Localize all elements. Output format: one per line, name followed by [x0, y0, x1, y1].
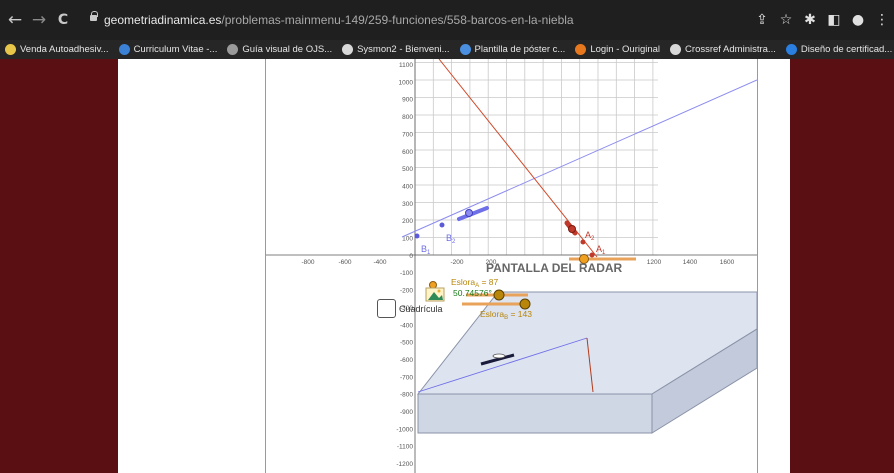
- share-icon[interactable]: ⇪: [750, 12, 774, 28]
- lock-icon: [90, 11, 98, 21]
- x-tick-label: -600: [338, 259, 351, 266]
- y-tick-label: 400: [402, 183, 413, 190]
- star-icon[interactable]: ☆: [774, 12, 798, 28]
- point-a2-label: A2: [585, 230, 595, 242]
- bookmark-favicon-icon: [575, 44, 587, 55]
- bookmark-label: Venda Autoadhesiv...: [20, 44, 109, 55]
- bookmark-item[interactable]: Plantilla de póster c...: [455, 40, 571, 59]
- x-tick-label: -400: [373, 259, 386, 266]
- y-tick-label: 1100: [399, 62, 413, 69]
- y-tick-label: 1000: [399, 79, 414, 86]
- bookmark-item[interactable]: Diseño de certificad...: [781, 40, 894, 59]
- bookmark-item[interactable]: Login - Ouriginal: [570, 40, 665, 59]
- geogebra-applet[interactable]: 110010009008007006005004003002001000-100…: [266, 59, 757, 473]
- bookmark-label: Sysmon2 - Bienveni...: [357, 44, 450, 55]
- y-tick-label: 300: [402, 201, 413, 208]
- browser-window: ← → C geometriadinamica.es/problemas-mai…: [0, 0, 894, 473]
- y-tick-label: -400: [400, 322, 413, 329]
- y-tick-label: 700: [402, 131, 413, 138]
- y-tick-label: 800: [402, 114, 413, 121]
- applet-border-right: [757, 59, 758, 473]
- grid-lines: [414, 59, 658, 256]
- point-a1-label: A1: [596, 244, 606, 256]
- bookmarks-bar: Venda Autoadhesiv... Curriculum Vitae -.…: [0, 40, 894, 59]
- angle-value: 50.74576°: [453, 288, 492, 298]
- forward-arrow-icon: →: [31, 10, 47, 30]
- y-tick-label: -600: [400, 357, 413, 364]
- bookmark-favicon-icon: [118, 44, 130, 55]
- bookmark-favicon-icon: [785, 44, 797, 55]
- forward-button[interactable]: →: [28, 0, 50, 40]
- bookmark-label: Plantilla de póster c...: [474, 44, 566, 55]
- picture-icon[interactable]: [425, 287, 445, 302]
- y-tick-label: -100: [400, 270, 413, 277]
- slider-a-point[interactable]: [429, 281, 437, 289]
- bookmark-item[interactable]: Guía visual de OJS...: [222, 40, 337, 59]
- x-tick-label: 1200: [647, 259, 662, 266]
- y-tick-label: -1000: [396, 426, 413, 433]
- y-tick-label: -500: [400, 340, 413, 347]
- x-tick-label: 1600: [720, 259, 735, 266]
- bookmark-label: Login - Ouriginal: [590, 44, 661, 55]
- url-text: geometriadinamica.es/problemas-mainmenu-…: [104, 13, 574, 27]
- y-tick-labels: 110010009008007006005004003002001000-100…: [396, 62, 413, 468]
- back-arrow-icon: ←: [7, 10, 23, 30]
- y-tick-label: 900: [402, 97, 413, 104]
- radar-title: PANTALLA DEL RADAR: [486, 261, 623, 275]
- bookmark-favicon-icon: [342, 44, 354, 55]
- slider-a-knob[interactable]: [493, 289, 505, 301]
- bookmark-favicon-icon: [227, 44, 239, 55]
- bookmark-label: Crossref Administra...: [685, 44, 776, 55]
- sidepanel-icon[interactable]: ◧: [822, 12, 846, 28]
- bookmark-item[interactable]: Crossref Administra...: [665, 40, 781, 59]
- y-tick-label: 600: [402, 149, 413, 156]
- slider-b-knob[interactable]: [519, 298, 531, 310]
- y-tick-label: 0: [409, 253, 413, 260]
- browser-toolbar: ← → C geometriadinamica.es/problemas-mai…: [0, 0, 894, 40]
- y-tick-label: -200: [400, 288, 413, 295]
- y-tick-label: -700: [400, 374, 413, 381]
- radar-front-face: [417, 393, 653, 434]
- bookmark-label: Diseño de certificad...: [800, 44, 893, 55]
- url-path: /problemas-mainmenu-149/259-funciones/55…: [221, 13, 574, 27]
- grid-checkbox-label: Cuadrícula: [399, 304, 443, 314]
- page-margin-right: [790, 59, 894, 473]
- point-b2-label: B2: [446, 233, 456, 245]
- extensions-icon[interactable]: ✱: [798, 12, 822, 28]
- bookmark-item[interactable]: Venda Autoadhesiv...: [0, 40, 114, 59]
- grid-checkbox[interactable]: [377, 299, 396, 318]
- radar-blip-icon: [492, 353, 506, 359]
- x-tick-label: -200: [450, 259, 463, 266]
- bookmark-label: Guía visual de OJS...: [242, 44, 333, 55]
- bookmark-label: Curriculum Vitae -...: [133, 44, 218, 55]
- bookmark-favicon-icon: [459, 44, 471, 55]
- y-tick-label: 200: [402, 218, 413, 225]
- bookmark-item[interactable]: Curriculum Vitae -...: [114, 40, 223, 59]
- bookmark-favicon-icon: [670, 44, 682, 55]
- y-tick-label: -800: [400, 392, 413, 399]
- bookmark-favicon-icon: [5, 44, 16, 55]
- profile-icon[interactable]: ●: [846, 12, 870, 28]
- y-tick-label: 500: [402, 166, 413, 173]
- x-tick-label: -800: [301, 259, 314, 266]
- radar-screen-box: [416, 291, 757, 434]
- reload-button[interactable]: C: [52, 0, 74, 40]
- toolbar-actions: ⇪ ☆ ✱ ◧ ● ⋮: [750, 0, 894, 40]
- page-margin-left: [0, 59, 118, 473]
- bookmark-item[interactable]: Sysmon2 - Bienveni...: [337, 40, 454, 59]
- reload-icon: C: [57, 12, 69, 28]
- y-tick-label: -900: [400, 409, 413, 416]
- point-b1-label: B1: [421, 244, 431, 256]
- x-tick-label: 1400: [683, 259, 698, 266]
- y-tick-label: -1200: [396, 461, 413, 468]
- menu-icon[interactable]: ⋮: [870, 12, 894, 28]
- back-button[interactable]: ←: [4, 0, 26, 40]
- y-tick-label: -1100: [397, 444, 414, 451]
- url-host: geometriadinamica.es: [104, 13, 222, 27]
